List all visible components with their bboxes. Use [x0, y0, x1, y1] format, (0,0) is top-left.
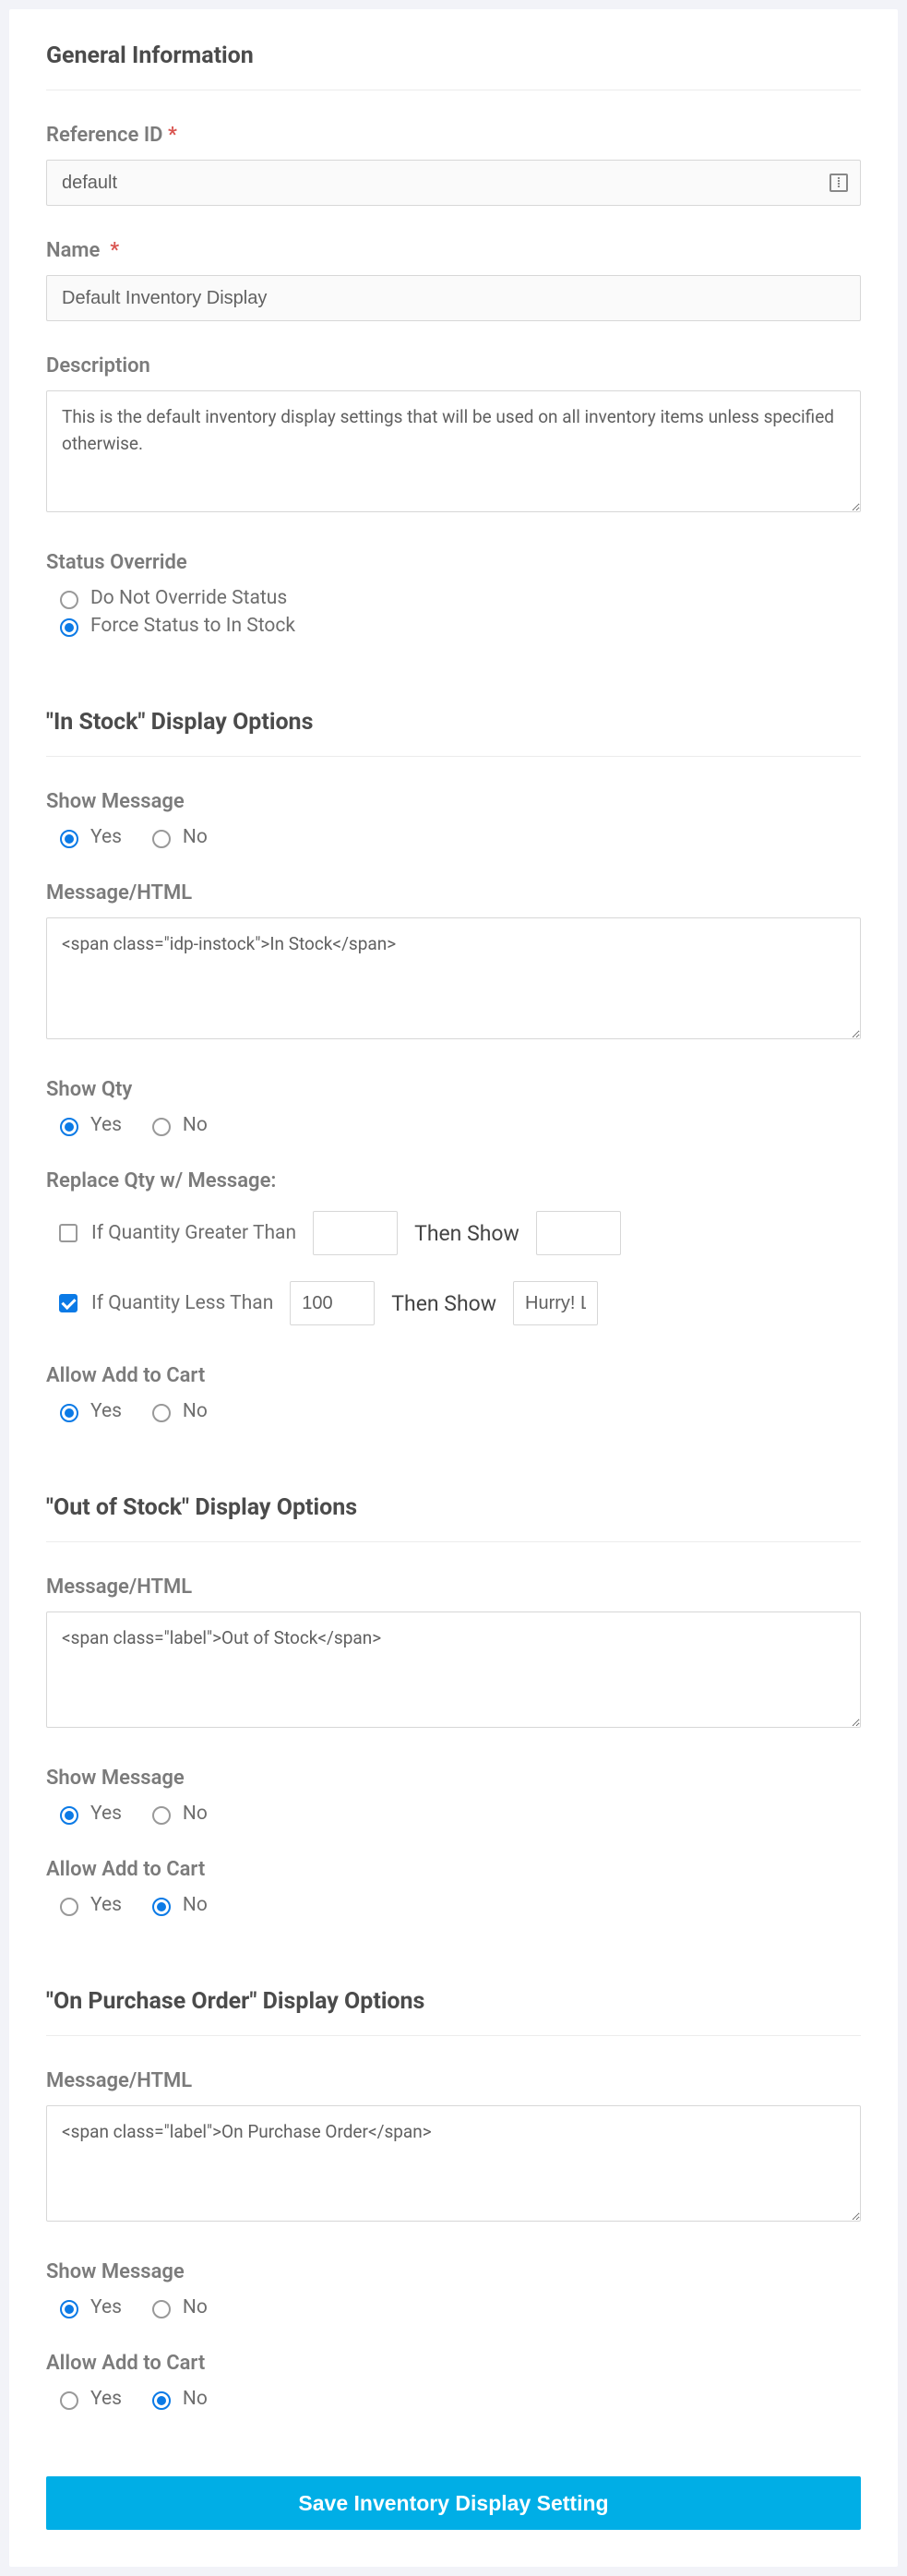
qty-less-than-rule: If Quantity Less Than Then Show — [55, 1281, 861, 1325]
oos-show-message-yes[interactable]: Yes — [55, 1803, 122, 1825]
instock-message-label: Message/HTML — [46, 881, 861, 905]
required-mark: * — [110, 239, 119, 262]
oos-allow-cart-no[interactable]: No — [148, 1894, 208, 1916]
oos-show-message-yes-radio[interactable] — [60, 1806, 78, 1825]
onpo-show-message-yes[interactable]: Yes — [55, 2296, 122, 2318]
instock-show-qty-no[interactable]: No — [148, 1114, 208, 1136]
qty-greater-than-rule: If Quantity Greater Than Then Show — [55, 1211, 861, 1255]
onpo-message-label: Message/HTML — [46, 2069, 861, 2092]
qty-gt-checkbox[interactable] — [59, 1224, 78, 1242]
name-input[interactable] — [46, 275, 861, 321]
status-radio-1[interactable] — [60, 618, 78, 637]
replace-qty-label: Replace Qty w/ Message: — [46, 1169, 861, 1192]
oos-show-message-no-radio[interactable] — [152, 1806, 171, 1825]
instock-allow-cart-no-radio[interactable] — [152, 1404, 171, 1422]
required-mark: * — [168, 124, 177, 147]
instock-show-qty-yes[interactable]: Yes — [55, 1114, 122, 1136]
onpo-allow-cart-yes[interactable]: Yes — [55, 2388, 122, 2410]
qty-lt-checkbox-label[interactable]: If Quantity Less Than — [55, 1291, 273, 1315]
section-title-onpo: "On Purchase Order" Display Options — [46, 1988, 861, 2015]
instock-show-qty-yes-radio[interactable] — [60, 1118, 78, 1136]
qty-lt-checkbox[interactable] — [59, 1294, 78, 1312]
instock-message-textarea[interactable] — [46, 917, 861, 1039]
divider — [46, 1541, 861, 1542]
no-label: No — [183, 2296, 208, 2318]
oos-message-textarea[interactable] — [46, 1611, 861, 1728]
onpo-allow-cart-no[interactable]: No — [148, 2388, 208, 2410]
onpo-show-message-no-radio[interactable] — [152, 2300, 171, 2318]
yes-label: Yes — [90, 2296, 122, 2318]
name-label: Name * — [46, 239, 861, 262]
yes-label: Yes — [90, 2388, 122, 2410]
yes-label: Yes — [90, 826, 122, 848]
status-option-force-instock[interactable]: Force Status to In Stock — [55, 615, 861, 637]
onpo-show-message-no[interactable]: No — [148, 2296, 208, 2318]
no-label: No — [183, 2388, 208, 2410]
onpo-allow-cart-no-radio[interactable] — [152, 2391, 171, 2410]
yes-label: Yes — [90, 1894, 122, 1916]
no-label: No — [183, 1803, 208, 1825]
no-label: No — [183, 1894, 208, 1916]
instock-allow-cart-label: Allow Add to Cart — [46, 1364, 861, 1387]
qty-lt-value-input[interactable] — [290, 1281, 375, 1325]
qty-gt-checkbox-label[interactable]: If Quantity Greater Than — [55, 1221, 296, 1245]
status-radio-0-label: Do Not Override Status — [90, 587, 287, 609]
divider — [46, 756, 861, 757]
no-label: No — [183, 1400, 208, 1422]
status-radio-0[interactable] — [60, 591, 78, 609]
instock-show-message-no-radio[interactable] — [152, 830, 171, 848]
qty-gt-message-input[interactable] — [536, 1211, 621, 1255]
section-title-general: General Information — [46, 42, 861, 69]
instock-show-message-no[interactable]: No — [148, 826, 208, 848]
instock-show-message-yes[interactable]: Yes — [55, 826, 122, 848]
qty-gt-text: If Quantity Greater Than — [91, 1222, 296, 1244]
instock-show-message-yes-radio[interactable] — [60, 830, 78, 848]
onpo-show-message-label: Show Message — [46, 2260, 861, 2283]
instock-allow-cart-no[interactable]: No — [148, 1400, 208, 1422]
section-title-oos: "Out of Stock" Display Options — [46, 1494, 861, 1521]
no-label: No — [183, 826, 208, 848]
divider — [46, 2035, 861, 2036]
oos-allow-cart-label: Allow Add to Cart — [46, 1858, 861, 1881]
yes-label: Yes — [90, 1400, 122, 1422]
then-show-text: Then Show — [414, 1221, 519, 1246]
qty-gt-value-input[interactable] — [313, 1211, 398, 1255]
onpo-show-message-yes-radio[interactable] — [60, 2300, 78, 2318]
save-button[interactable]: Save Inventory Display Setting — [46, 2476, 861, 2530]
yes-label: Yes — [90, 1114, 122, 1136]
onpo-allow-cart-yes-radio[interactable] — [60, 2391, 78, 2410]
status-radio-1-label: Force Status to In Stock — [90, 615, 295, 637]
oos-message-label: Message/HTML — [46, 1576, 861, 1599]
status-option-do-not-override[interactable]: Do Not Override Status — [55, 587, 861, 609]
oos-allow-cart-no-radio[interactable] — [152, 1898, 171, 1916]
instock-allow-cart-yes-radio[interactable] — [60, 1404, 78, 1422]
oos-show-message-no[interactable]: No — [148, 1803, 208, 1825]
oos-allow-cart-yes[interactable]: Yes — [55, 1894, 122, 1916]
then-show-text: Then Show — [391, 1291, 496, 1316]
instock-show-qty-no-radio[interactable] — [152, 1118, 171, 1136]
instock-show-message-label: Show Message — [46, 790, 861, 813]
reference-id-label: Reference ID * — [46, 124, 861, 147]
onpo-message-textarea[interactable] — [46, 2105, 861, 2222]
oos-show-message-label: Show Message — [46, 1767, 861, 1790]
qty-lt-message-input[interactable] — [513, 1281, 598, 1325]
name-label-text: Name — [46, 239, 100, 262]
oos-allow-cart-yes-radio[interactable] — [60, 1898, 78, 1916]
section-title-instock: "In Stock" Display Options — [46, 709, 861, 736]
yes-label: Yes — [90, 1803, 122, 1825]
onpo-allow-cart-label: Allow Add to Cart — [46, 2352, 861, 2375]
description-label: Description — [46, 354, 861, 377]
qty-lt-text: If Quantity Less Than — [91, 1292, 273, 1314]
reference-id-input[interactable] — [46, 160, 861, 206]
reference-id-label-text: Reference ID — [46, 124, 163, 147]
status-override-label: Status Override — [46, 551, 861, 574]
no-label: No — [183, 1114, 208, 1136]
instock-allow-cart-yes[interactable]: Yes — [55, 1400, 122, 1422]
instock-show-qty-label: Show Qty — [46, 1078, 861, 1101]
description-textarea[interactable] — [46, 390, 861, 512]
